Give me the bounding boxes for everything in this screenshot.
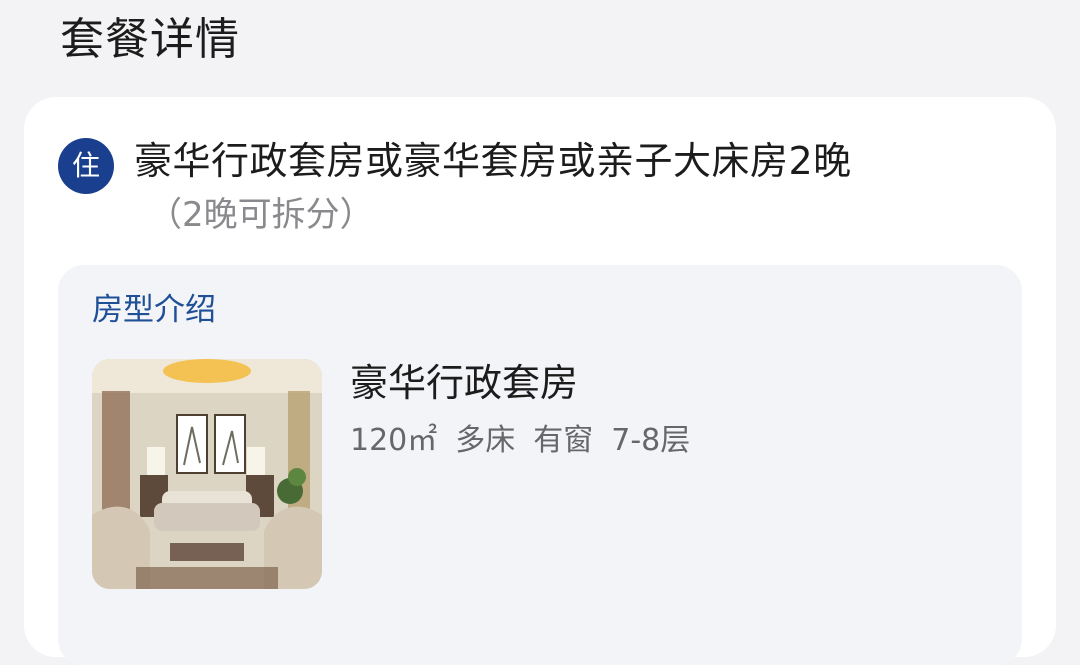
room-intro-panel[interactable]: 房型介绍 豪华行政套房 120㎡ 多床 有窗 7-8层	[58, 265, 1022, 665]
room-name: 豪华行政套房	[350, 361, 579, 405]
room-specs: 120㎡ 多床 有窗 7-8层	[350, 421, 690, 461]
page-title: 套餐详情	[60, 14, 240, 65]
room-photo[interactable]	[92, 359, 322, 589]
room-floor-info: 7-8层	[611, 423, 691, 458]
room-area: 120㎡	[350, 423, 438, 458]
package-card: 住 豪华行政套房或豪华套房或亲子大床房2晚 （2晚可拆分） 房型介绍 豪华行政套…	[24, 97, 1056, 665]
stay-badge-icon: 住	[58, 138, 114, 194]
package-title: 豪华行政套房或豪华套房或亲子大床房2晚	[134, 139, 852, 183]
room-window-info: 有窗	[533, 423, 594, 458]
package-split-note: （2晚可拆分）	[148, 195, 374, 235]
room-bed-info: 多床	[455, 423, 516, 458]
room-section-label: 房型介绍	[92, 292, 216, 328]
